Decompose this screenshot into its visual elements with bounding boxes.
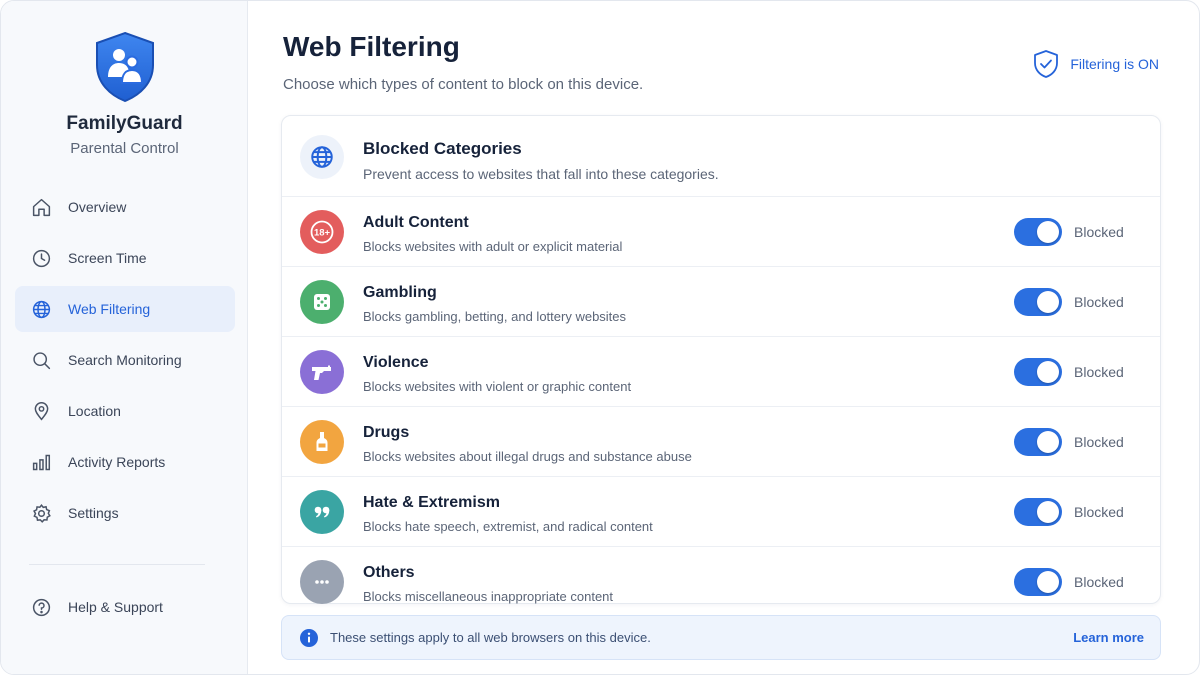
shield-family-icon <box>96 31 154 103</box>
category-row-others: Others Blocks miscellaneous inappropriat… <box>282 547 1160 617</box>
sidebar-item-web-filtering[interactable]: Web Filtering <box>15 286 235 332</box>
category-icon <box>300 280 344 324</box>
sidebar-item-settings[interactable]: Settings <box>15 490 235 536</box>
sidebar-item-label: Screen Time <box>68 250 147 266</box>
category-description: Blocks miscellaneous inappropriate conte… <box>363 589 614 604</box>
gun-icon <box>312 365 331 380</box>
sidebar-item-overview[interactable]: Overview <box>15 184 235 230</box>
sidebar-item-activity-reports[interactable]: Activity Reports <box>15 439 235 485</box>
toggle-knob <box>1037 291 1059 313</box>
sidebar-item-search-monitoring[interactable]: Search Monitoring <box>15 337 235 383</box>
block-toggle-adult-content[interactable] <box>1014 218 1062 246</box>
toggle-knob <box>1037 501 1059 523</box>
toggle-state-label: Blocked <box>1074 224 1124 240</box>
map-pin-icon <box>34 401 49 421</box>
toggle-state-label: Blocked <box>1074 364 1124 380</box>
shield-check-icon <box>1034 50 1059 78</box>
bar-chart-icon <box>32 454 51 470</box>
filtering-status-label: Filtering is ON <box>1070 56 1159 72</box>
globe-icon <box>32 300 51 318</box>
help-section: Help & Support <box>15 584 235 635</box>
category-icon <box>300 560 344 604</box>
category-description: Blocks websites with violent or graphic … <box>363 379 632 394</box>
search-icon <box>33 351 51 369</box>
globe-icon <box>311 146 333 168</box>
category-row-adult-content: 18+ Adult Content Blocks websites with a… <box>282 197 1160 267</box>
category-title: Drugs <box>363 424 410 441</box>
toggle-knob <box>1037 221 1059 243</box>
category-description: Blocks websites with adult or explicit m… <box>363 239 623 254</box>
info-icon <box>300 629 318 647</box>
category-row-violence: Violence Blocks websites with violent or… <box>282 337 1160 407</box>
category-row-drugs: Drugs Blocks websites about illegal drug… <box>282 407 1160 477</box>
category-description: Blocks websites about illegal drugs and … <box>363 449 692 464</box>
sidebar: FamilyGuard Parental Control Overview Sc… <box>1 1 248 674</box>
category-title: Others <box>363 564 415 581</box>
card-title: Blocked Categories <box>363 139 522 158</box>
category-icon <box>300 350 344 394</box>
block-toggle-violence[interactable] <box>1014 358 1062 386</box>
sidebar-nav: Overview Screen Time Web Filtering Searc… <box>15 184 235 541</box>
sidebar-item-location[interactable]: Location <box>15 388 235 434</box>
question-icon <box>32 598 51 616</box>
info-banner: These settings apply to all web browsers… <box>281 615 1161 660</box>
quote-icon <box>314 506 330 518</box>
sidebar-item-label: Settings <box>68 505 119 521</box>
toggle-knob <box>1037 431 1059 453</box>
sidebar-divider <box>29 564 205 565</box>
category-icon <box>300 420 344 464</box>
clock-icon <box>32 249 51 267</box>
category-description: Blocks hate speech, extremist, and radic… <box>363 519 653 534</box>
svg-text:18+: 18+ <box>314 228 331 239</box>
page-title: Web Filtering <box>283 31 460 62</box>
category-icon <box>300 490 344 534</box>
blocked-categories-card: Blocked Categories Prevent access to web… <box>281 115 1161 604</box>
block-toggle-gambling[interactable] <box>1014 288 1062 316</box>
info-text: These settings apply to all web browsers… <box>330 630 651 645</box>
app-subtitle: Parental Control <box>70 140 179 157</box>
toggle-state-label: Blocked <box>1074 504 1124 520</box>
category-title: Adult Content <box>363 214 469 231</box>
sidebar-item-label: Activity Reports <box>68 454 166 470</box>
category-title: Violence <box>363 354 429 371</box>
filtering-status: Filtering is ON <box>1032 49 1159 79</box>
toggle-state-label: Blocked <box>1074 574 1124 590</box>
sidebar-item-label: Help & Support <box>68 599 163 615</box>
more-icon <box>315 580 329 584</box>
sidebar-item-label: Location <box>68 403 121 419</box>
block-toggle-hate-extremism[interactable] <box>1014 498 1062 526</box>
category-row-gambling: Gambling Blocks gambling, betting, and l… <box>282 267 1160 337</box>
gear-icon <box>33 503 51 523</box>
card-header-icon <box>300 135 344 179</box>
block-toggle-drugs[interactable] <box>1014 428 1062 456</box>
learn-more-link[interactable]: Learn more <box>1073 630 1144 645</box>
toggle-knob <box>1037 571 1059 593</box>
category-title: Hate & Extremism <box>363 494 500 511</box>
category-description: Blocks gambling, betting, and lottery we… <box>363 309 627 324</box>
block-toggle-others[interactable] <box>1014 568 1062 596</box>
toggle-state-label: Blocked <box>1074 294 1124 310</box>
app-window: FamilyGuard Parental Control Overview Sc… <box>0 0 1200 675</box>
main-content: Web Filtering Choose which types of cont… <box>248 1 1199 674</box>
category-title: Gambling <box>363 284 437 301</box>
app-name: FamilyGuard <box>66 113 183 134</box>
page-subtitle: Choose which types of content to block o… <box>283 76 644 93</box>
bottle-icon <box>316 432 328 451</box>
adult-18-icon: 18+ <box>310 220 334 244</box>
sidebar-item-help-support[interactable]: Help & Support <box>15 584 235 630</box>
card-header: Blocked Categories Prevent access to web… <box>282 116 1160 197</box>
sidebar-item-label: Overview <box>68 199 127 215</box>
dice-icon <box>314 294 330 310</box>
sidebar-item-label: Web Filtering <box>68 301 151 317</box>
category-icon: 18+ <box>300 210 344 254</box>
sidebar-item-screen-time[interactable]: Screen Time <box>15 235 235 281</box>
sidebar-item-label: Search Monitoring <box>68 352 182 368</box>
toggle-knob <box>1037 361 1059 383</box>
category-row-hate-extremism: Hate & Extremism Blocks hate speech, ext… <box>282 477 1160 547</box>
card-subtitle: Prevent access to websites that fall int… <box>363 166 719 182</box>
home-icon <box>32 198 51 216</box>
toggle-state-label: Blocked <box>1074 434 1124 450</box>
